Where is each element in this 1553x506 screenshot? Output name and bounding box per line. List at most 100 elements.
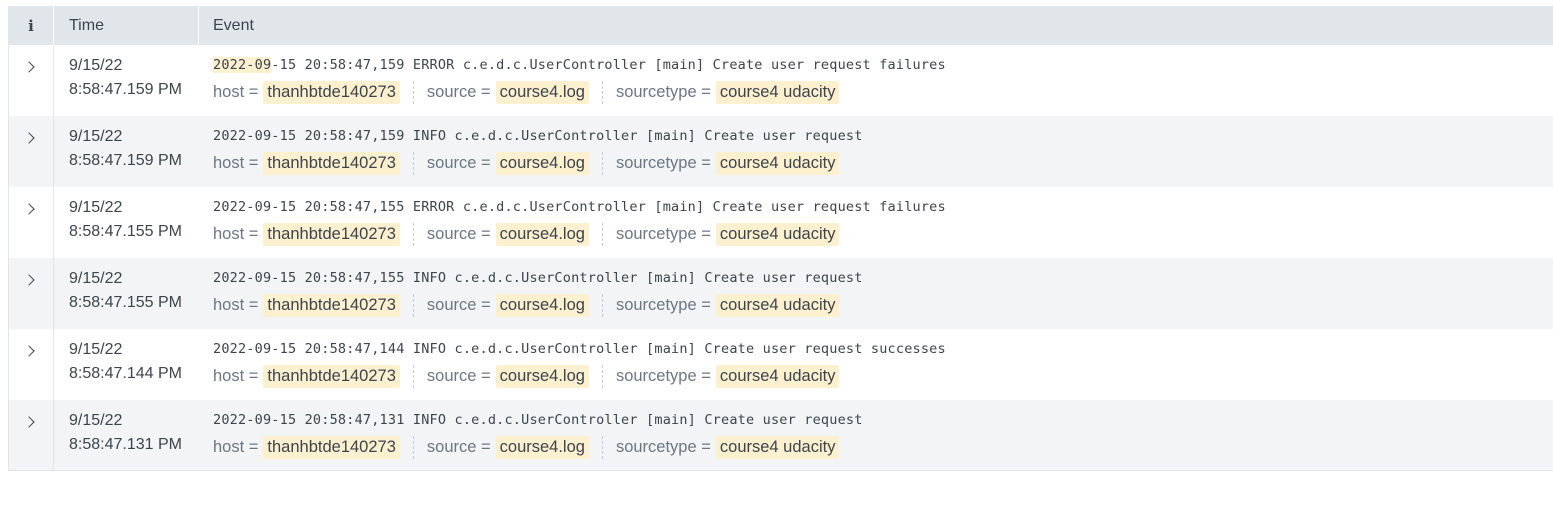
source-field-label: source = — [426, 437, 491, 456]
host-field-value[interactable]: thanhbtde140273 — [263, 222, 400, 246]
sourcetype-field-label: sourcetype = — [615, 82, 711, 101]
sourcetype-field: sourcetype = course4 udacity — [615, 222, 853, 246]
host-field-label: host = — [213, 82, 259, 101]
sourcetype-field-label: sourcetype = — [615, 224, 711, 243]
source-field-label: source = — [426, 82, 491, 101]
sourcetype-field-value[interactable]: course4 udacity — [715, 151, 840, 175]
event-row: 9/15/22 8:58:47.155 PM 2022-09-15 20:58:47… — [9, 187, 1553, 258]
host-field: host = thanhbtde140273 — [213, 293, 414, 317]
raw-event-text[interactable]: 2022-09-15 20:58:47,159 INFO c.e.d.c.Use… — [213, 126, 1553, 147]
raw-event-text[interactable]: 2022-09-15 20:58:47,131 INFO c.e.d.c.Use… — [213, 410, 1553, 431]
raw-event-rest: 2022-09-15 20:58:47,159 INFO c.e.d.c.Use… — [213, 128, 863, 144]
raw-event-text[interactable]: 2022-09-15 20:58:47,144 INFO c.e.d.c.Use… — [213, 339, 1553, 360]
event-column-header: Event — [213, 16, 254, 34]
event-date: 9/15/22 — [69, 412, 123, 429]
time-column-header[interactable]: Time — [54, 6, 199, 45]
sourcetype-field-label: sourcetype = — [615, 437, 711, 456]
event-clock-time: 8:58:47.131 PM — [69, 436, 182, 453]
event-time: 9/15/22 8:58:47.159 PM — [54, 45, 199, 116]
search-term-highlight: 2022-09 — [213, 57, 272, 73]
event-date: 9/15/22 — [69, 341, 123, 358]
event-body: 2022-09-15 20:58:47,155 ERROR c.e.d.c.Us… — [199, 187, 1553, 258]
host-field: host = thanhbtde140273 — [213, 364, 414, 388]
host-field: host = thanhbtde140273 — [213, 80, 414, 104]
event-row: 9/15/22 8:58:47.144 PM 2022-09-15 20:58:47… — [9, 329, 1553, 400]
event-body: 2022-09-15 20:58:47,159 INFO c.e.d.c.Use… — [199, 116, 1553, 187]
event-clock-time: 8:58:47.155 PM — [69, 223, 182, 240]
host-field-value[interactable]: thanhbtde140273 — [263, 151, 400, 175]
raw-event-rest: 2022-09-15 20:58:47,144 INFO c.e.d.c.Use… — [213, 341, 946, 357]
event-body: 2022-09-15 20:58:47,131 INFO c.e.d.c.Use… — [199, 400, 1553, 470]
expand-event-button[interactable] — [9, 400, 54, 470]
event-fields: host = thanhbtde140273 source = course4.log… — [213, 221, 1553, 247]
raw-event-text[interactable]: 2022-09-15 20:58:47,159 ERROR c.e.d.c.Us… — [213, 55, 1553, 76]
chevron-right-icon — [23, 132, 35, 144]
chevron-right-icon — [23, 203, 35, 215]
host-field-value[interactable]: thanhbtde140273 — [263, 80, 400, 104]
sourcetype-field-label: sourcetype = — [615, 295, 711, 314]
host-field-label: host = — [213, 366, 259, 385]
raw-event-rest: -15 20:58:47,159 ERROR c.e.d.c.UserContr… — [271, 57, 946, 73]
source-field-value[interactable]: course4.log — [495, 151, 589, 175]
event-date: 9/15/22 — [69, 270, 123, 287]
event-row: 9/15/22 8:58:47.159 PM 2022-09-15 20:58:47… — [9, 116, 1553, 187]
event-time: 9/15/22 8:58:47.131 PM — [54, 400, 199, 470]
host-field-value[interactable]: thanhbtde140273 — [263, 364, 400, 388]
events-list: 9/15/22 8:58:47.159 PM 2022-09-15 20:58:47… — [9, 45, 1553, 471]
host-field-label: host = — [213, 295, 259, 314]
event-date: 9/15/22 — [69, 199, 123, 216]
table-header: i Time Event — [9, 6, 1553, 45]
expand-event-button[interactable] — [9, 45, 54, 116]
expand-event-button[interactable] — [9, 116, 54, 187]
event-clock-time: 8:58:47.155 PM — [69, 294, 182, 311]
event-fields: host = thanhbtde140273 source = course4.log… — [213, 292, 1553, 318]
info-column-header[interactable]: i — [9, 6, 54, 45]
raw-event-text[interactable]: 2022-09-15 20:58:47,155 INFO c.e.d.c.Use… — [213, 268, 1553, 289]
host-field-value[interactable]: thanhbtde140273 — [263, 435, 400, 459]
raw-event-rest: 2022-09-15 20:58:47,155 INFO c.e.d.c.Use… — [213, 270, 863, 286]
source-field-label: source = — [426, 366, 491, 385]
sourcetype-field-value[interactable]: course4 udacity — [715, 293, 840, 317]
chevron-right-icon — [23, 345, 35, 357]
event-time: 9/15/22 8:58:47.144 PM — [54, 329, 199, 400]
source-field-label: source = — [426, 295, 491, 314]
host-field-label: host = — [213, 437, 259, 456]
source-field: source = course4.log — [427, 151, 603, 175]
sourcetype-field-label: sourcetype = — [615, 366, 711, 385]
source-field-value[interactable]: course4.log — [495, 435, 589, 459]
sourcetype-field-value[interactable]: course4 udacity — [715, 364, 840, 388]
sourcetype-field-label: sourcetype = — [615, 153, 711, 172]
host-field-value[interactable]: thanhbtde140273 — [263, 293, 400, 317]
sourcetype-field-value[interactable]: course4 udacity — [715, 222, 840, 246]
sourcetype-field: sourcetype = course4 udacity — [615, 364, 853, 388]
source-field-value[interactable]: course4.log — [495, 364, 589, 388]
source-field-label: source = — [426, 224, 491, 243]
event-time: 9/15/22 8:58:47.159 PM — [54, 116, 199, 187]
sourcetype-field-value[interactable]: course4 udacity — [715, 435, 840, 459]
source-field: source = course4.log — [426, 364, 603, 388]
source-field-value[interactable]: course4.log — [495, 222, 589, 246]
sourcetype-field: sourcetype = course4 udacity — [615, 293, 853, 317]
host-field-label: host = — [213, 224, 259, 243]
expand-event-button[interactable] — [9, 258, 54, 329]
raw-event-text[interactable]: 2022-09-15 20:58:47,155 ERROR c.e.d.c.Us… — [213, 197, 1553, 218]
source-field-value[interactable]: course4.log — [495, 80, 589, 104]
event-fields: host = thanhbtde140273 source = course4.log… — [213, 434, 1553, 460]
sourcetype-field: sourcetype = course4 udacity — [615, 80, 853, 104]
event-body: 2022-09-15 20:58:47,155 INFO c.e.d.c.Use… — [199, 258, 1553, 329]
event-clock-time: 8:58:47.159 PM — [69, 152, 182, 169]
event-row: 9/15/22 8:58:47.155 PM 2022-09-15 20:58:47… — [9, 258, 1553, 329]
event-row: 9/15/22 8:58:47.131 PM 2022-09-15 20:58:47… — [9, 400, 1553, 471]
event-fields: host = thanhbtde140273 source = course4.log… — [213, 150, 1553, 176]
source-field-value[interactable]: course4.log — [495, 293, 589, 317]
expand-event-button[interactable] — [9, 187, 54, 258]
event-clock-time: 8:58:47.159 PM — [69, 81, 182, 98]
event-fields: host = thanhbtde140273 source = course4.log… — [213, 79, 1553, 105]
host-field: host = thanhbtde140273 — [213, 435, 414, 459]
expand-event-button[interactable] — [9, 329, 54, 400]
sourcetype-field-value[interactable]: course4 udacity — [715, 80, 840, 104]
host-field-label: host = — [213, 153, 259, 172]
source-field: source = course4.log — [426, 435, 603, 459]
host-field: host = thanhbtde140273 — [213, 151, 414, 175]
source-field: source = course4.log — [426, 222, 603, 246]
